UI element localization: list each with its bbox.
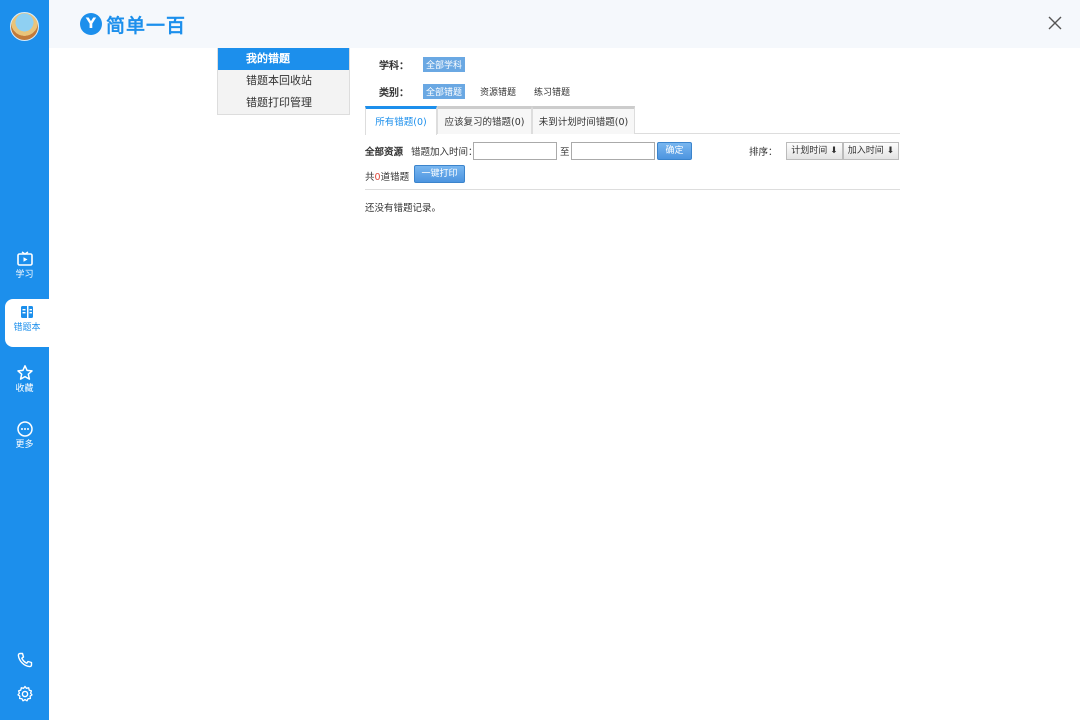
add-time-label: 错题加入时间： — [411, 147, 478, 158]
close-icon[interactable] — [1046, 14, 1064, 32]
rail-item-study[interactable]: 学习 — [0, 246, 49, 294]
subject-filter: 学科： 全部学科 — [365, 55, 477, 73]
nav-rail: 学习 错题本 收藏 更多 — [0, 0, 49, 720]
print-all-button[interactable]: 一键打印 — [414, 165, 465, 183]
submenu-item-my-mistakes[interactable]: 我的错题 — [218, 48, 349, 70]
rail-item-favorites[interactable]: 收藏 — [0, 360, 49, 408]
gear-icon — [16, 685, 33, 702]
rail-item-label: 学习 — [15, 270, 34, 280]
mistake-tabs: 所有错题(0) 应该复习的错题(0) 未到计划时间错题(0) — [365, 106, 900, 135]
rail-item-label: 收藏 — [15, 384, 34, 394]
avatar[interactable] — [10, 12, 39, 41]
brand-name: 简单一百 — [106, 14, 187, 37]
more-icon — [16, 421, 33, 437]
phone-button[interactable] — [0, 648, 49, 672]
category-filter: 类别： 全部错题 资源错题 练习错题 — [365, 82, 585, 100]
notebook-icon — [21, 306, 33, 318]
confirm-button[interactable]: 确定 — [657, 142, 692, 160]
rail-item-mistakes[interactable]: 错题本 — [5, 299, 49, 347]
category-filter-label: 类别： — [379, 87, 409, 99]
tab-not-scheduled[interactable]: 未到计划时间错题(0) — [532, 106, 635, 134]
mistake-count: 共0道错题 — [365, 172, 410, 183]
brand-badge-icon: Y — [80, 13, 102, 35]
divider — [365, 189, 900, 190]
category-chip-all[interactable]: 全部错题 — [423, 83, 466, 99]
tab-review-due[interactable]: 应该复习的错题(0) — [437, 106, 532, 134]
rail-item-label: 更多 — [15, 440, 34, 450]
subject-chip-all[interactable]: 全部学科 — [423, 56, 466, 72]
submenu-item-print-manage[interactable]: 错题打印管理 — [218, 92, 349, 114]
settings-button[interactable] — [0, 682, 49, 706]
phone-icon — [17, 652, 32, 668]
filter-toolbar: 全部资源 错题加入时间： 至 确定 排序： 计划时间 ⬇ 加入时间 ⬇ — [365, 141, 900, 161]
category-chip-practice[interactable]: 练习错题 — [531, 84, 573, 99]
subject-filter-label: 学科： — [379, 60, 409, 72]
brand-logo: Y 简单一百 — [80, 11, 186, 37]
empty-state-text: 还没有错题记录。 — [365, 203, 442, 214]
start-date-input[interactable] — [473, 142, 557, 160]
play-tv-icon — [16, 251, 33, 266]
top-bar: Y 简单一百 — [49, 0, 1080, 48]
tab-all-mistakes[interactable]: 所有错题(0) — [365, 106, 437, 135]
star-icon — [16, 365, 33, 380]
sort-plan-time-button[interactable]: 计划时间 ⬇ — [786, 142, 843, 160]
sort-label: 排序： — [749, 147, 778, 158]
rail-item-more[interactable]: 更多 — [0, 416, 49, 464]
all-resources-label[interactable]: 全部资源 — [365, 144, 403, 158]
sort-add-time-button[interactable]: 加入时间 ⬇ — [843, 142, 899, 160]
category-chip-resource[interactable]: 资源错题 — [477, 84, 519, 99]
end-date-input[interactable] — [571, 142, 655, 160]
submenu-item-recycle-bin[interactable]: 错题本回收站 — [218, 70, 349, 92]
mistake-submenu: 我的错题 错题本回收站 错题打印管理 — [217, 48, 350, 115]
rail-item-label: 错题本 — [13, 323, 41, 333]
date-to-label: 至 — [560, 147, 570, 158]
